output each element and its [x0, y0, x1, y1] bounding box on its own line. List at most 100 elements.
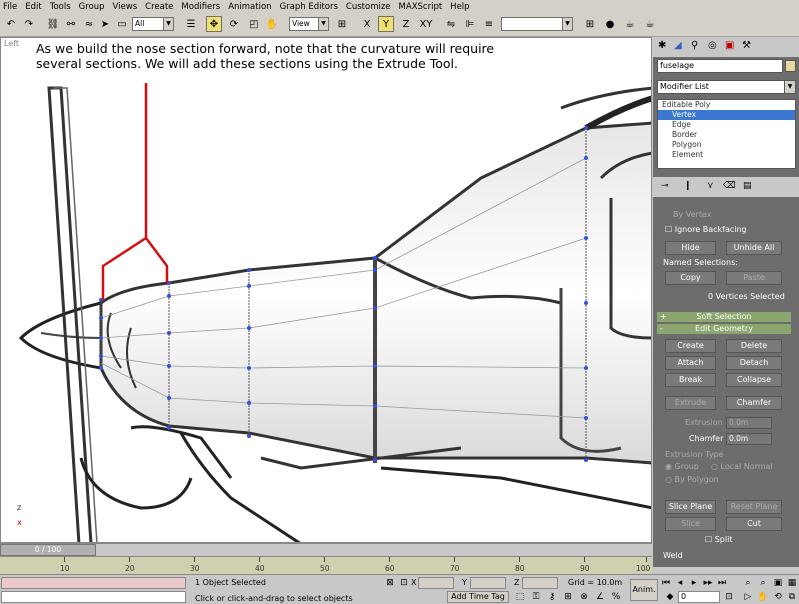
unhide-all-button[interactable]: Unhide All	[726, 241, 782, 255]
soft-selection-rollout[interactable]: + Soft Selection	[657, 312, 791, 322]
redo-icon[interactable]: ↷	[21, 16, 37, 32]
menu-file[interactable]: File	[3, 2, 17, 12]
slice-plane-button[interactable]: Slice Plane	[665, 500, 716, 514]
reference-coordinate-dropdown[interactable]: View ▼	[289, 17, 329, 31]
configure-sets-icon[interactable]: ▤	[743, 181, 752, 191]
viewport-left[interactable]: Left As we build the nose section forwar…	[0, 37, 652, 543]
select-object-icon[interactable]: ➤	[97, 16, 113, 32]
pin-stack-icon[interactable]: ⊸	[661, 181, 669, 191]
select-by-name-icon[interactable]: ☰	[183, 16, 199, 32]
lock-selection-icon[interactable]: ⊠	[384, 577, 396, 589]
menu-views[interactable]: Views	[113, 2, 138, 12]
menu-maxscript[interactable]: MAXScript	[399, 2, 443, 12]
make-unique-icon[interactable]: ⋎	[707, 181, 714, 191]
time-config-icon[interactable]: ⊡	[723, 591, 735, 603]
split-checkbox[interactable]: ☐ Split	[705, 535, 732, 544]
zoom-extents-all-icon[interactable]: ▦	[786, 577, 798, 589]
pan-icon[interactable]: ✋	[757, 591, 769, 603]
menu-help[interactable]: Help	[450, 2, 469, 12]
maxscript-listener-mini[interactable]	[1, 577, 186, 589]
select-rotate-icon[interactable]: ⟳	[226, 16, 242, 32]
animate-button[interactable]: Anim.	[630, 579, 658, 601]
ignore-backfacing-checkbox[interactable]: ☐ Ignore Backfacing	[665, 225, 747, 234]
delete-button[interactable]: Delete	[726, 339, 782, 353]
stack-item-vertex[interactable]: Vertex	[658, 110, 795, 120]
chamfer-button[interactable]: Chamfer	[726, 396, 782, 410]
menu-edit[interactable]: Edit	[25, 2, 41, 12]
hierarchy-tab-icon[interactable]: ⚲	[691, 40, 698, 51]
set-key-icon[interactable]: ⚿	[530, 591, 542, 603]
slice-button[interactable]: Slice	[665, 517, 716, 531]
object-color-swatch[interactable]	[785, 60, 796, 72]
track-bar[interactable]: 10 20 30 40 50 60 70 80 90 100	[0, 556, 652, 574]
create-button[interactable]: Create	[665, 339, 716, 353]
stack-item-border[interactable]: Border	[658, 130, 795, 140]
z-coordinate-field[interactable]	[522, 577, 558, 589]
angle-snap-icon[interactable]: ∠	[594, 591, 606, 603]
named-selection-dropdown[interactable]: ▼	[501, 17, 573, 31]
collapse-button[interactable]: Collapse	[726, 373, 782, 387]
restrict-y-icon[interactable]: Y	[378, 16, 394, 32]
cut-button[interactable]: Cut	[726, 517, 782, 531]
group-radio[interactable]: ◉ Group	[665, 462, 699, 471]
attach-button[interactable]: Attach	[665, 356, 716, 370]
goto-end-icon[interactable]: ⏭	[716, 577, 728, 589]
layer-manager-icon[interactable]: ≡	[481, 16, 497, 32]
current-frame-field[interactable]: 0	[678, 591, 720, 603]
by-polygon-radio[interactable]: ○ By Polygon	[665, 475, 719, 484]
restrict-x-icon[interactable]: X	[359, 16, 375, 32]
bind-space-warp-icon[interactable]: ≈	[81, 16, 97, 32]
mirror-icon[interactable]: ⇋	[443, 16, 459, 32]
absolute-mode-icon[interactable]: ⊡	[398, 577, 410, 589]
key-mode-toggle-icon[interactable]: ◆	[664, 591, 676, 603]
modify-tab-icon[interactable]: ◢	[674, 40, 682, 51]
extrusion-spinner[interactable]: 0.0m	[726, 417, 772, 429]
menu-create[interactable]: Create	[145, 2, 173, 12]
restrict-xy-icon[interactable]: XY	[418, 16, 434, 32]
select-move-icon[interactable]: ✥	[206, 16, 222, 32]
stack-item-edge[interactable]: Edge	[658, 120, 795, 130]
reset-plane-button[interactable]: Reset Plane	[726, 500, 782, 514]
stack-item-element[interactable]: Element	[658, 150, 795, 160]
play-icon[interactable]: ▸	[688, 577, 700, 589]
paste-button[interactable]: Paste	[726, 271, 782, 285]
arc-rotate-icon[interactable]: ⟲	[772, 591, 784, 603]
display-tab-icon[interactable]: ▣	[725, 40, 734, 51]
hide-button[interactable]: Hide	[665, 241, 716, 255]
select-scale-icon[interactable]: ◰	[246, 16, 262, 32]
select-region-icon[interactable]: ▭	[114, 16, 130, 32]
select-manipulate-icon[interactable]: ✋	[264, 16, 280, 32]
x-coordinate-field[interactable]	[418, 577, 454, 589]
goto-start-icon[interactable]: ⏮	[660, 577, 672, 589]
detach-button[interactable]: Detach	[726, 356, 782, 370]
prev-frame-icon[interactable]: ◂	[674, 577, 686, 589]
unlink-icon[interactable]: ⚯	[63, 16, 79, 32]
menu-tools[interactable]: Tools	[50, 2, 71, 12]
chamfer-spinner[interactable]: 0.0m	[726, 433, 772, 445]
menu-group[interactable]: Group	[79, 2, 105, 12]
snap-toggle-icon[interactable]: ⊗	[578, 591, 590, 603]
undo-icon[interactable]: ↶	[3, 16, 19, 32]
show-end-result-icon[interactable]: ❙	[684, 181, 692, 191]
zoom-icon[interactable]: ⌕	[742, 577, 754, 589]
key-filter-icon[interactable]: ⬚	[514, 591, 526, 603]
menu-animation[interactable]: Animation	[228, 2, 271, 12]
motion-tab-icon[interactable]: ◎	[708, 40, 717, 51]
key-icon[interactable]: ⚷	[546, 591, 558, 603]
selection-filter-dropdown[interactable]: All ▼	[132, 17, 174, 31]
restrict-z-icon[interactable]: Z	[398, 16, 414, 32]
menu-customize[interactable]: Customize	[346, 2, 391, 12]
time-slider-thumb[interactable]: 0 / 100	[0, 544, 96, 556]
maxscript-input[interactable]	[1, 591, 186, 603]
edit-geometry-rollout[interactable]: - Edit Geometry	[657, 324, 791, 334]
align-icon[interactable]: ⊫	[462, 16, 478, 32]
material-editor-icon[interactable]: ●	[602, 16, 618, 32]
maximize-viewport-icon[interactable]: ⧉	[786, 591, 798, 603]
zoom-all-icon[interactable]: ⌕	[757, 577, 769, 589]
next-frame-icon[interactable]: ▸▸	[702, 577, 714, 589]
stack-item-polygon[interactable]: Polygon	[658, 140, 795, 150]
menu-graph-editors[interactable]: Graph Editors	[280, 2, 338, 12]
percent-snap-icon[interactable]: %	[610, 591, 622, 603]
utilities-tab-icon[interactable]: ⚒	[742, 40, 751, 51]
render-scene-icon[interactable]: ☕	[622, 16, 638, 32]
